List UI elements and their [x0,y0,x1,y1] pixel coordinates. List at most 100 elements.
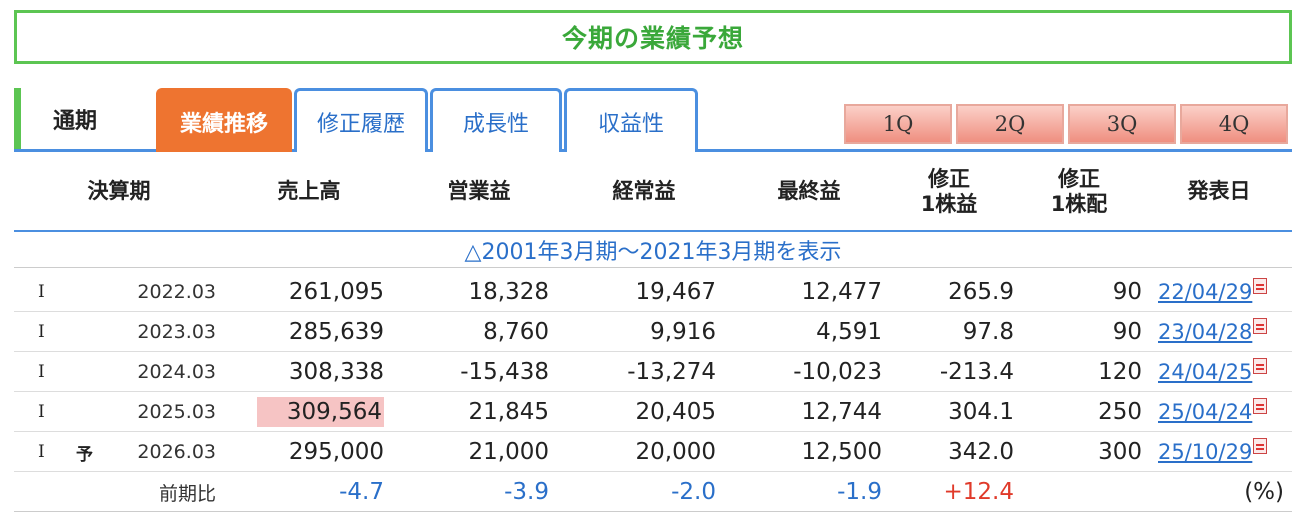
cell-period: 2023.03 [137,321,216,343]
header-ordinary: 経常益 [612,179,676,204]
cell-dividend: 120 [1098,359,1142,385]
quarter-3q-button[interactable]: 3Q [1068,104,1176,144]
pdf-icon[interactable] [1253,358,1268,374]
comparison-eps: +12.4 [943,479,1014,505]
cell-dividend: 300 [1098,439,1142,465]
header-net: 最終益 [777,179,841,204]
table-row: I 2022.03 261,095 18,328 19,467 12,477 265.9 90… [14,272,1292,312]
row-type-mark: I [38,402,45,422]
tab-shuekisei[interactable]: 収益性 [564,88,698,152]
section-title-box: 今期の業績予想 [14,10,1292,64]
comparison-ordinary: -2.0 [671,479,716,505]
header-dividend: 修正 1株配 [1024,152,1134,232]
cell-period: 2026.03 [137,441,216,463]
announcement-date-link[interactable]: 25/10/29 [1158,440,1252,464]
cell-operating: 21,000 [468,439,549,465]
header-div-line2: 1株配 [1050,192,1108,216]
header-sales: 売上高 [277,179,341,204]
pdf-icon[interactable] [1253,318,1268,334]
cell-ordinary: -13,274 [627,359,716,385]
cell-ordinary: 19,467 [635,279,716,305]
cell-operating: 18,328 [468,279,549,305]
table-row: I 予 2026.03 295,000 21,000 20,000 12,500 342.0 3… [14,432,1292,472]
cell-net: 12,477 [801,279,882,305]
forecast-mark [76,392,100,432]
header-date: 発表日 [1187,179,1251,204]
comparison-net: -1.9 [837,479,882,505]
cell-date: 23/04/28 [1158,312,1288,352]
cell-eps: 342.0 [948,439,1014,465]
comparison-label: 前期比 [158,482,216,505]
forecast-mark [76,352,100,392]
cell-period: 2022.03 [137,281,216,303]
comparison-operating: -3.9 [504,479,549,505]
cell-period: 2024.03 [137,361,216,383]
section-title: 今期の業績予想 [561,24,744,53]
cell-operating: -15,438 [460,359,549,385]
cell-net: 12,500 [801,439,882,465]
cell-net: 4,591 [816,319,882,345]
comparison-row: 前期比 -4.7 -3.9 -2.0 -1.9 +12.4 (%) [14,472,1292,512]
show-past-periods-link[interactable]: △2001年3月期～2021年3月期を表示 [14,232,1292,268]
row-type-mark: I [38,322,45,342]
forecast-mark [76,312,100,352]
quarter-1q-button[interactable]: 1Q [844,104,952,144]
cell-period: 2025.03 [137,401,216,423]
cell-eps: -213.4 [939,359,1014,385]
header-div-line1: 修正 [1058,166,1100,191]
cell-sales: 295,000 [288,439,384,465]
quarter-4q-button[interactable]: 4Q [1180,104,1288,144]
cell-net: 12,744 [801,399,882,425]
pdf-icon[interactable] [1253,278,1268,294]
cell-ordinary: 9,916 [650,319,716,345]
cell-date: 25/04/24 [1158,392,1288,432]
quarter-2q-button[interactable]: 2Q [956,104,1064,144]
cell-ordinary: 20,405 [635,399,716,425]
table-header: 決算期 売上高 営業益 経常益 最終益 修正 1株益 修正 1株配 発表日 [14,152,1292,232]
tab-gyoseki-suii[interactable]: 業績推移 [156,88,292,152]
tab-bar: 通期 業績推移 修正履歴 成長性 収益性 1Q 2Q 3Q 4Q [14,86,1292,152]
cell-net: -10,023 [793,359,882,385]
pdf-icon[interactable] [1253,398,1268,414]
announcement-date-link[interactable]: 23/04/28 [1158,320,1252,344]
pdf-icon[interactable] [1253,438,1268,454]
highlighted-sales-value: 309,564 [256,397,384,427]
cell-dividend: 250 [1098,399,1142,425]
cell-date: 25/10/29 [1158,432,1288,472]
cell-eps: 97.8 [962,319,1014,345]
cell-dividend: 90 [1112,279,1142,305]
row-type-mark: I [38,362,45,382]
tab-tsuki-label: 通期 [14,88,149,149]
row-type-mark: I [38,282,45,302]
announcement-date-link[interactable]: 22/04/29 [1158,280,1252,304]
comparison-unit: (%) [1244,479,1284,505]
table-row: I 2025.03 309,564 21,845 20,405 12,744 304.1 25… [14,392,1292,432]
tab-seichosei[interactable]: 成長性 [430,88,562,152]
forecast-mark [76,272,100,312]
tab-shusei-rireki[interactable]: 修正履歴 [294,88,428,152]
row-type-mark: I [38,442,45,462]
header-eps: 修正 1株益 [894,152,1004,232]
announcement-date-link[interactable]: 25/04/24 [1158,400,1252,424]
cell-sales: 261,095 [288,279,384,305]
table-row: I 2024.03 308,338 -15,438 -13,274 -10,023 -213… [14,352,1292,392]
header-operating: 営業益 [447,179,511,204]
cell-sales: 309,564 [234,392,384,432]
cell-dividend: 90 [1112,319,1142,345]
table-row: I 2023.03 285,639 8,760 9,916 4,591 97.8 90 23/0… [14,312,1292,352]
cell-sales: 285,639 [288,319,384,345]
cell-operating: 8,760 [483,319,549,345]
comparison-sales: -4.7 [339,479,384,505]
cell-ordinary: 20,000 [635,439,716,465]
header-eps-line2: 1株益 [920,192,978,216]
forecast-mark: 予 [76,444,93,465]
cell-operating: 21,845 [468,399,549,425]
cell-date: 24/04/25 [1158,352,1288,392]
cell-sales: 308,338 [288,359,384,385]
header-eps-line1: 修正 [928,166,970,191]
cell-eps: 265.9 [948,279,1014,305]
header-period: 決算期 [87,179,151,204]
cell-eps: 304.1 [948,399,1014,425]
cell-date: 22/04/29 [1158,272,1288,312]
announcement-date-link[interactable]: 24/04/25 [1158,360,1252,384]
